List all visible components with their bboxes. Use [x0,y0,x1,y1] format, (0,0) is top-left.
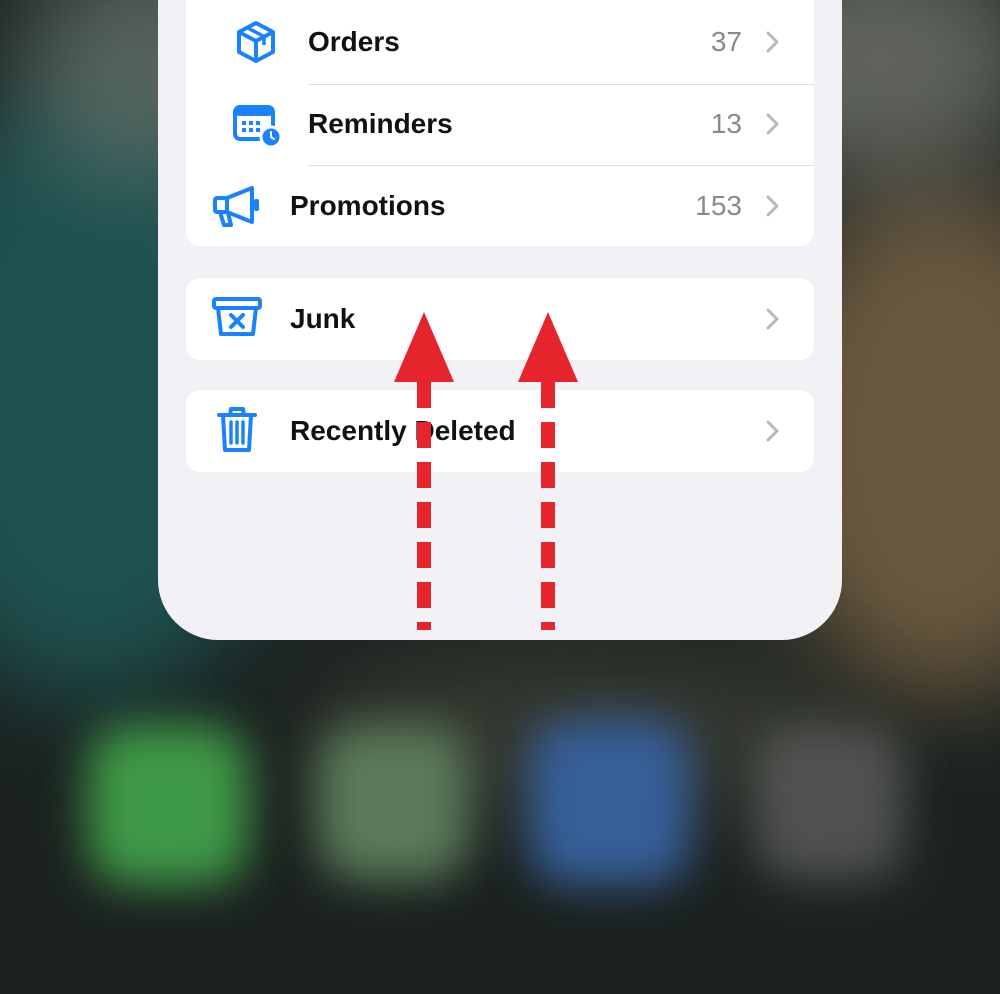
swipe-up-arrow [518,312,578,630]
megaphone-icon [212,184,262,235]
blurred-app-icon [755,725,905,880]
blurred-app-icon [318,725,468,880]
chevron-right-icon [766,195,780,217]
mailbox-count: 13 [710,108,742,139]
swipe-up-arrows-annotation [394,312,578,630]
mailbox-row-orders[interactable]: Orders 37 [186,2,814,82]
chevron-right-icon [766,31,780,53]
swipe-up-arrow [394,312,454,630]
mailbox-label: Orders [308,26,400,57]
trash-icon [216,406,258,459]
junk-box-icon [212,296,262,343]
mailbox-label: Junk [290,303,356,334]
mailbox-count: 37 [710,26,742,57]
package-icon [234,20,278,69]
chevron-right-icon [766,308,780,330]
blurred-app-icon [88,725,248,885]
mailbox-category-group: Orders 37 Reminders 13 Promotions 153 [186,0,814,246]
mailbox-row-promotions[interactable]: Promotions 153 [186,166,814,246]
mailbox-label: Reminders [308,108,453,139]
chevron-right-icon [766,420,780,442]
mailbox-count: 153 [695,190,742,221]
calendar-clock-icon [232,102,283,153]
mailbox-row-reminders[interactable]: Reminders 13 [186,84,814,164]
blurred-app-icon [530,720,690,885]
mailbox-label: Promotions [290,190,446,221]
chevron-right-icon [766,113,780,135]
